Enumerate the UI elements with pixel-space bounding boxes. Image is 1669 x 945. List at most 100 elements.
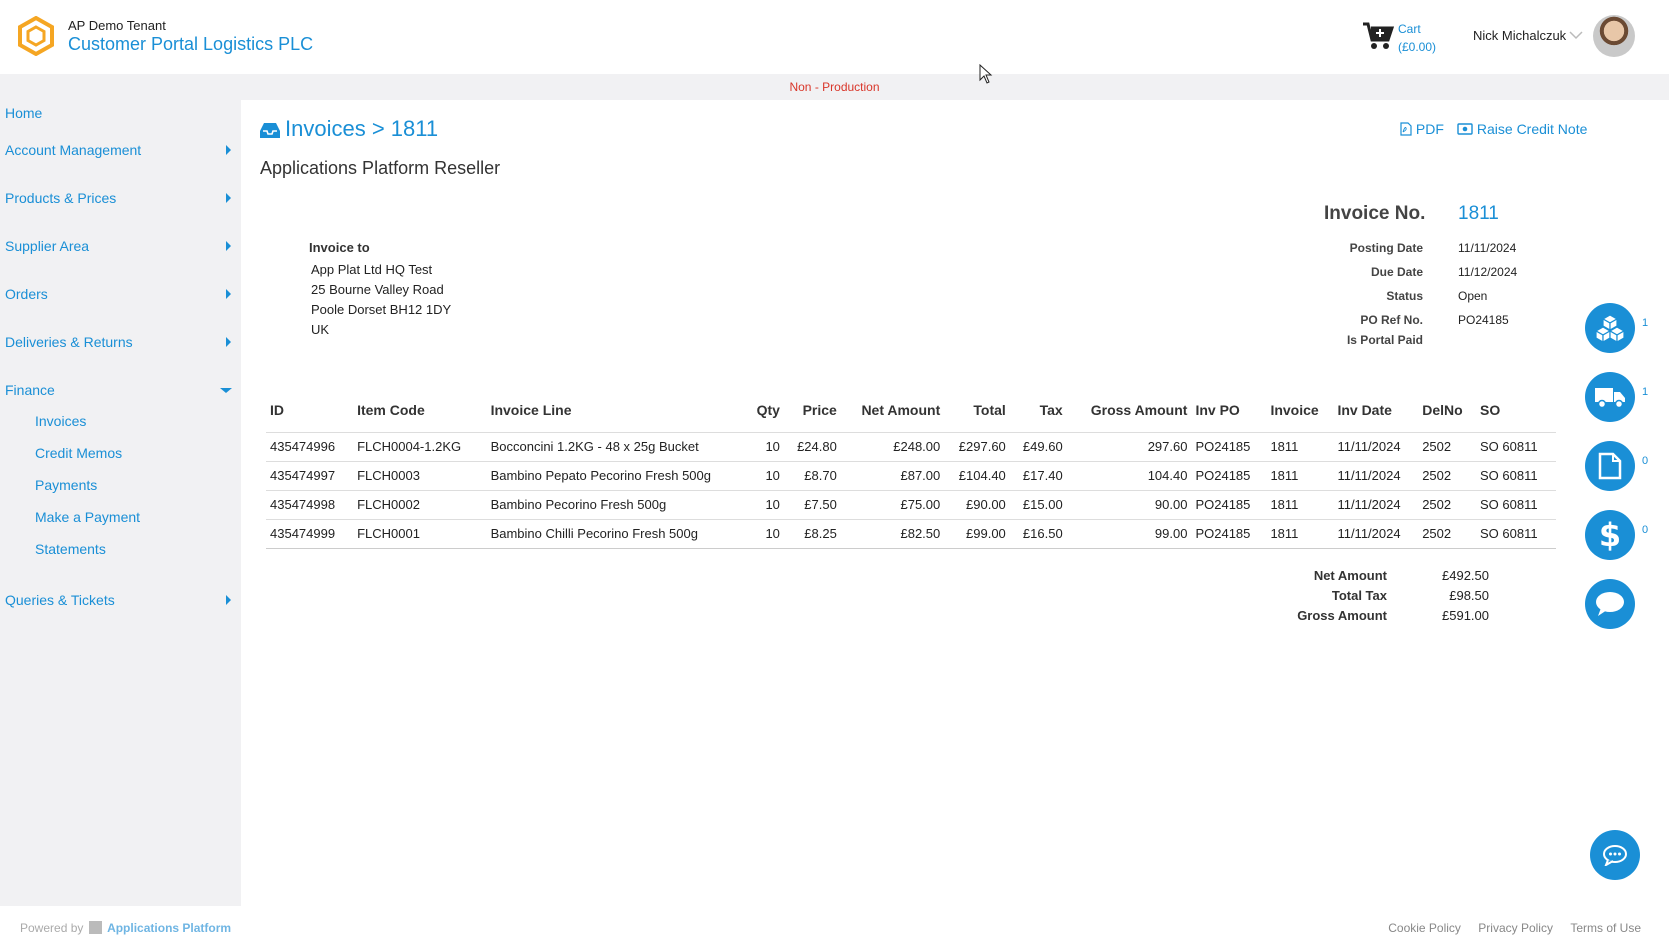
sidebar-item-finance[interactable]: Finance — [5, 382, 235, 398]
sidebar-item-label[interactable]: Supplier Area — [5, 238, 89, 254]
sidebar-item-label[interactable]: Home — [5, 105, 42, 121]
footer-links: Cookie Policy Privacy Policy Terms of Us… — [1374, 921, 1641, 935]
dollar-icon: $ — [1598, 516, 1622, 554]
net-amount-value: £492.50 — [1442, 568, 1489, 583]
pdf-file-icon — [1400, 122, 1412, 136]
table-cell: Bambino Chilli Pecorino Fresh 500g — [486, 518, 747, 549]
table-cell: £16.50 — [1009, 518, 1067, 549]
table-row[interactable]: 435474996 FLCH0004-1.2KG Bocconcini 1.2KG … — [266, 431, 1556, 461]
table-cell: SO 60811 — [1476, 489, 1556, 519]
posting-date-label: Posting Date — [1349, 241, 1423, 255]
sidebar-item-label[interactable]: Deliveries & Returns — [5, 334, 133, 350]
sidebar-item-label[interactable]: Orders — [5, 286, 48, 302]
sidebar-item-account-management[interactable]: Account Management — [5, 142, 235, 158]
boxes-icon — [1594, 314, 1626, 343]
table-cell: £82.50 — [840, 518, 945, 549]
payments-shortcut-button[interactable]: $ — [1585, 510, 1635, 560]
table-cell: 10 — [746, 460, 784, 490]
table-cell: 104.40 — [1066, 460, 1192, 490]
raise-credit-note-button[interactable]: Raise Credit Note — [1457, 121, 1587, 137]
table-cell: FLCH0003 — [353, 460, 487, 490]
address-line: Poole Dorset BH12 1DY — [311, 302, 452, 317]
sidebar-item-label[interactable]: Finance — [5, 382, 55, 398]
privacy-policy-link[interactable]: Privacy Policy — [1478, 921, 1553, 935]
raise-credit-note-label[interactable]: Raise Credit Note — [1477, 121, 1588, 137]
table-cell: £24.80 — [783, 431, 841, 461]
sidebar-item-label[interactable]: Account Management — [5, 142, 141, 158]
orders-shortcut-button[interactable] — [1585, 303, 1635, 353]
company-logo-icon[interactable] — [18, 16, 54, 56]
table-cell: 11/11/2024 — [1333, 431, 1419, 461]
messages-shortcut-button[interactable] — [1585, 579, 1635, 629]
column-header: ID — [270, 401, 284, 418]
table-cell: 11/11/2024 — [1333, 518, 1419, 549]
table-cell: £75.00 — [840, 489, 945, 519]
money-note-icon — [1457, 123, 1473, 135]
caret-right-icon — [226, 595, 231, 605]
table-cell: £104.40 — [944, 460, 1010, 490]
column-header: Tax — [1039, 401, 1063, 418]
platform-brand-link[interactable]: Applications Platform — [107, 921, 231, 935]
chevron-down-icon[interactable] — [1569, 30, 1583, 40]
pdf-label[interactable]: PDF — [1416, 121, 1444, 137]
company-name[interactable]: Customer Portal Logistics PLC — [68, 34, 313, 55]
tenant-name: AP Demo Tenant — [68, 18, 166, 33]
sidebar-subitem-statements[interactable]: Statements — [35, 541, 106, 557]
column-header: Inv Date — [1337, 401, 1392, 418]
caret-right-icon — [226, 289, 231, 299]
table-cell: FLCH0004-1.2KG — [353, 431, 487, 461]
table-cell: Bocconcini 1.2KG - 48 x 25g Bucket — [486, 431, 747, 461]
table-row[interactable]: 435474997 FLCH0003 Bambino Pepato Pecorino… — [266, 460, 1556, 490]
column-header: Qty — [756, 401, 780, 418]
address-line: UK — [311, 322, 330, 337]
table-cell: FLCH0001 — [353, 518, 487, 549]
table-cell: SO 60811 — [1476, 518, 1556, 549]
invoice-number-label: Invoice No. — [1324, 203, 1426, 224]
net-amount-label: Net Amount — [1313, 568, 1387, 583]
table-cell: SO 60811 — [1476, 431, 1556, 461]
table-row[interactable]: 435474999 FLCH0001 Bambino Chilli Pecorino… — [266, 518, 1556, 549]
sidebar-item-home[interactable]: Home — [5, 105, 235, 121]
table-row[interactable]: 435474998 FLCH0002 Bambino Pecorino Fresh … — [266, 489, 1556, 519]
sidebar-subitem-credit-memos[interactable]: Credit Memos — [35, 445, 122, 461]
cart-label[interactable]: Cart — [1398, 20, 1436, 38]
status-value: Open — [1458, 289, 1488, 303]
caret-right-icon — [226, 241, 231, 251]
table-cell: £248.00 — [840, 431, 945, 461]
powered-by-label: Powered by — [20, 921, 84, 935]
table-cell: £7.50 — [783, 489, 841, 519]
column-header: DelNo — [1422, 401, 1463, 418]
environment-label: Non - Production — [789, 80, 880, 94]
documents-shortcut-button[interactable] — [1585, 441, 1635, 491]
avatar[interactable] — [1593, 15, 1635, 57]
sidebar-item-label[interactable]: Queries & Tickets — [5, 592, 115, 608]
pdf-button[interactable]: PDF — [1400, 121, 1444, 137]
sidebar-subitem-invoices[interactable]: Invoices — [35, 413, 86, 429]
cookie-policy-link[interactable]: Cookie Policy — [1388, 921, 1461, 935]
cart-link[interactable]: Cart (£0.00) — [1398, 20, 1436, 56]
table-cell: SO 60811 — [1476, 460, 1556, 490]
sidebar-item-deliveries-returns[interactable]: Deliveries & Returns — [5, 334, 235, 350]
chat-dots-icon — [1603, 845, 1627, 866]
sidebar-item-orders[interactable]: Orders — [5, 286, 235, 302]
portal-paid-label: Is Portal Paid — [1346, 333, 1423, 347]
cart-total[interactable]: (£0.00) — [1398, 38, 1436, 56]
cart-icon[interactable] — [1361, 18, 1395, 52]
truck-icon — [1595, 388, 1625, 409]
deliveries-shortcut-button[interactable] — [1585, 372, 1635, 422]
column-header: Net Amount — [861, 401, 941, 418]
user-name[interactable]: Nick Michalczuk — [1473, 28, 1566, 43]
sidebar-item-queries-tickets[interactable]: Queries & Tickets — [5, 592, 235, 608]
chat-widget-button[interactable] — [1590, 830, 1640, 880]
po-ref-label: PO Ref No. — [1360, 313, 1423, 327]
address-line: App Plat Ltd HQ Test — [311, 262, 433, 277]
sidebar-subitem-make-a-payment[interactable]: Make a Payment — [35, 509, 140, 525]
column-header: Price — [802, 401, 837, 418]
sidebar-item-supplier-area[interactable]: Supplier Area — [5, 238, 235, 254]
sidebar-subitem-payments[interactable]: Payments — [35, 477, 97, 493]
terms-of-use-link[interactable]: Terms of Use — [1570, 921, 1641, 935]
table-cell: 10 — [746, 518, 784, 549]
table-cell: 99.00 — [1066, 518, 1192, 549]
sidebar-item-label[interactable]: Products & Prices — [5, 190, 116, 206]
sidebar-item-products-prices[interactable]: Products & Prices — [5, 190, 235, 206]
